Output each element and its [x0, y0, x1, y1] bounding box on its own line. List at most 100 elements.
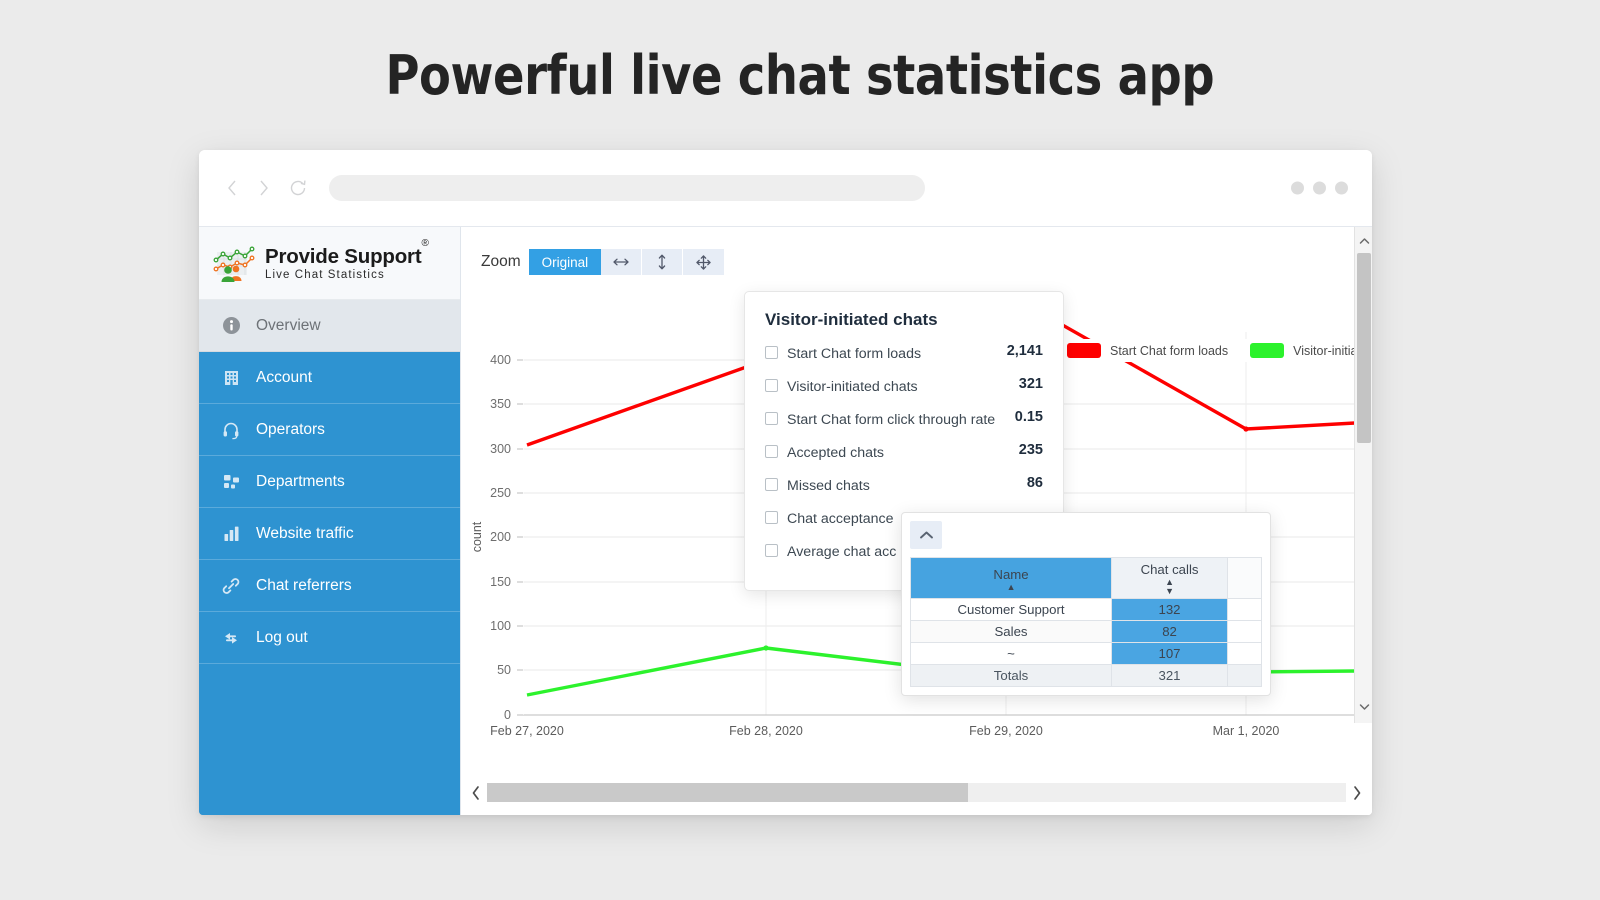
- browser-chrome: [199, 150, 1372, 226]
- svg-text:200: 200: [490, 530, 511, 544]
- sort-none-icon: ▲ ▼: [1165, 577, 1174, 596]
- svg-text:Feb 28, 2020: Feb 28, 2020: [729, 724, 803, 738]
- content-inner: Zoom Original 400 350 300 250 200 150 10…: [461, 227, 1372, 769]
- table-col-chat-calls-label: Chat calls: [1140, 562, 1199, 577]
- sidebar-item-label: Account: [256, 368, 313, 386]
- scroll-right-icon[interactable]: [1346, 781, 1368, 805]
- table-row[interactable]: Customer Support 132: [909, 598, 1262, 621]
- metric-checkbox[interactable]: [765, 478, 778, 491]
- metric-row[interactable]: Visitor-initiated chats 321: [765, 376, 1043, 398]
- zoom-original-button[interactable]: Original: [528, 249, 602, 275]
- legend-swatch-red[interactable]: [1067, 343, 1101, 358]
- metric-label: Visitor-initiated chats: [787, 379, 918, 395]
- table-col-name[interactable]: Name ▲: [909, 557, 1113, 599]
- back-icon[interactable]: [221, 175, 243, 201]
- table-col-name-label: Name: [993, 566, 1029, 582]
- sidebar-item-departments[interactable]: Departments: [199, 456, 460, 508]
- metric-checkbox[interactable]: [765, 412, 778, 425]
- svg-text:0: 0: [504, 708, 511, 722]
- brand-name-text: Provide Support: [265, 244, 422, 268]
- page-title: Powerful live chat statistics app: [385, 43, 1215, 107]
- browser-nav-icons: [221, 175, 311, 201]
- metric-label: Start Chat form click through rate: [787, 412, 996, 428]
- metric-checkbox[interactable]: [765, 445, 778, 458]
- table-cell-name: Sales: [909, 620, 1113, 643]
- grid-icon: [218, 472, 244, 491]
- window-controls[interactable]: [1291, 181, 1348, 195]
- window-dot-2[interactable]: [1313, 181, 1326, 195]
- metric-row[interactable]: Start Chat form loads 2,141: [765, 343, 1043, 365]
- metric-label: Start Chat form loads: [787, 346, 922, 362]
- table-cell-calls: 107: [1111, 642, 1228, 665]
- table-totals-row: Totals 321: [909, 664, 1262, 687]
- table-cell-name: Customer Support: [909, 598, 1113, 621]
- sidebar-item-label: Overview: [256, 316, 321, 334]
- metric-value: 321: [1018, 376, 1043, 392]
- horizontal-scrollbar-thumb[interactable]: [487, 783, 969, 802]
- table-cell-extra: [1227, 620, 1262, 643]
- metric-row[interactable]: Accepted chats 235: [765, 442, 1043, 464]
- metric-checkbox[interactable]: [765, 511, 778, 524]
- y-axis-title: count: [470, 521, 484, 552]
- scroll-down-icon[interactable]: [1355, 697, 1372, 717]
- vertical-scrollbar[interactable]: [1354, 227, 1372, 723]
- scroll-up-icon[interactable]: [1355, 231, 1372, 251]
- building-icon: [218, 368, 244, 387]
- metric-value: 2,141: [1006, 343, 1043, 359]
- headset-icon: [218, 420, 244, 440]
- scroll-left-icon[interactable]: [465, 781, 487, 805]
- metric-checkbox[interactable]: [765, 379, 778, 392]
- legend-label-visitor-initiated-chats[interactable]: Visitor-initiated chats: [1293, 344, 1354, 358]
- provide-support-logo-icon: [211, 243, 257, 283]
- sidebar-item-operators[interactable]: Operators: [199, 404, 460, 456]
- vertical-scrollbar-thumb[interactable]: [1357, 253, 1371, 443]
- horizontal-scrollbar[interactable]: [461, 769, 1372, 815]
- table-head: Name ▲ Chat calls ▲ ▼: [909, 557, 1262, 599]
- legend-label-start-chat-form-loads[interactable]: Start Chat form loads: [1110, 344, 1228, 358]
- y-axis-tick-labels: 400 350 300 250 200 150 100 50 0: [490, 353, 511, 722]
- reload-icon[interactable]: [285, 175, 311, 201]
- table-row[interactable]: ~ 107: [909, 642, 1262, 665]
- metric-checkbox[interactable]: [765, 346, 778, 359]
- arrows-horizontal-icon[interactable]: [601, 249, 643, 275]
- sidebar-item-website-traffic[interactable]: Website traffic: [199, 508, 460, 560]
- brand-text: Provide Support® Live Chat Statistics: [265, 238, 429, 281]
- sidebar-item-label: Departments: [256, 472, 345, 490]
- svg-text:Mar 1, 2020: Mar 1, 2020: [1213, 724, 1280, 738]
- table-row[interactable]: Sales 82: [909, 620, 1262, 643]
- app-body: Provide Support® Live Chat Statistics Ov…: [199, 226, 1372, 815]
- table-cell-totals-calls: 321: [1111, 664, 1228, 687]
- table-body: Customer Support 132 Sales 82 ~ 107 Tota…: [909, 598, 1262, 687]
- sidebar-item-overview[interactable]: Overview: [199, 300, 460, 352]
- sidebar-item-chat-referrers[interactable]: Chat referrers: [199, 560, 460, 612]
- legend-swatch-green[interactable]: [1250, 343, 1285, 358]
- x-axis-tick-labels: Feb 27, 2020 Feb 28, 2020 Feb 29, 2020 M…: [490, 724, 1279, 738]
- sidebar-item-label: Log out: [256, 628, 308, 646]
- content-area: Zoom Original 400 350 300 250 200 150 10…: [460, 227, 1372, 815]
- forward-icon[interactable]: [253, 175, 275, 201]
- sidebar-item-log-out[interactable]: Log out: [199, 612, 460, 664]
- metric-checkbox[interactable]: [765, 544, 778, 557]
- table-cell-name: ~: [909, 642, 1113, 665]
- table-cell-extra: [1227, 598, 1262, 621]
- svg-text:50: 50: [497, 663, 511, 677]
- svg-text:400: 400: [490, 353, 511, 367]
- chevron-up-icon[interactable]: [910, 521, 942, 549]
- table-cell-calls: 82: [1111, 620, 1228, 643]
- chart-legend: Start Chat form loads Visitor-initiated …: [1059, 339, 1354, 362]
- data-point: [763, 645, 769, 651]
- window-dot-3[interactable]: [1335, 181, 1348, 195]
- sidebar-filler: [199, 664, 460, 815]
- metric-row[interactable]: Missed chats 86: [765, 475, 1043, 497]
- table-col-chat-calls[interactable]: Chat calls ▲ ▼: [1111, 557, 1228, 599]
- horizontal-scrollbar-track[interactable]: [487, 783, 1346, 802]
- window-dot-1[interactable]: [1291, 181, 1304, 195]
- arrows-vertical-icon[interactable]: [642, 249, 684, 275]
- sidebar-item-account[interactable]: Account: [199, 352, 460, 404]
- arrows-move-icon[interactable]: [683, 249, 725, 275]
- address-bar[interactable]: [329, 175, 925, 201]
- metric-value: 0.15: [1014, 409, 1043, 425]
- metric-row[interactable]: Start Chat form click through rate 0.15: [765, 409, 1043, 431]
- logout-icon: [218, 628, 244, 648]
- table-col-blank: [1227, 557, 1262, 599]
